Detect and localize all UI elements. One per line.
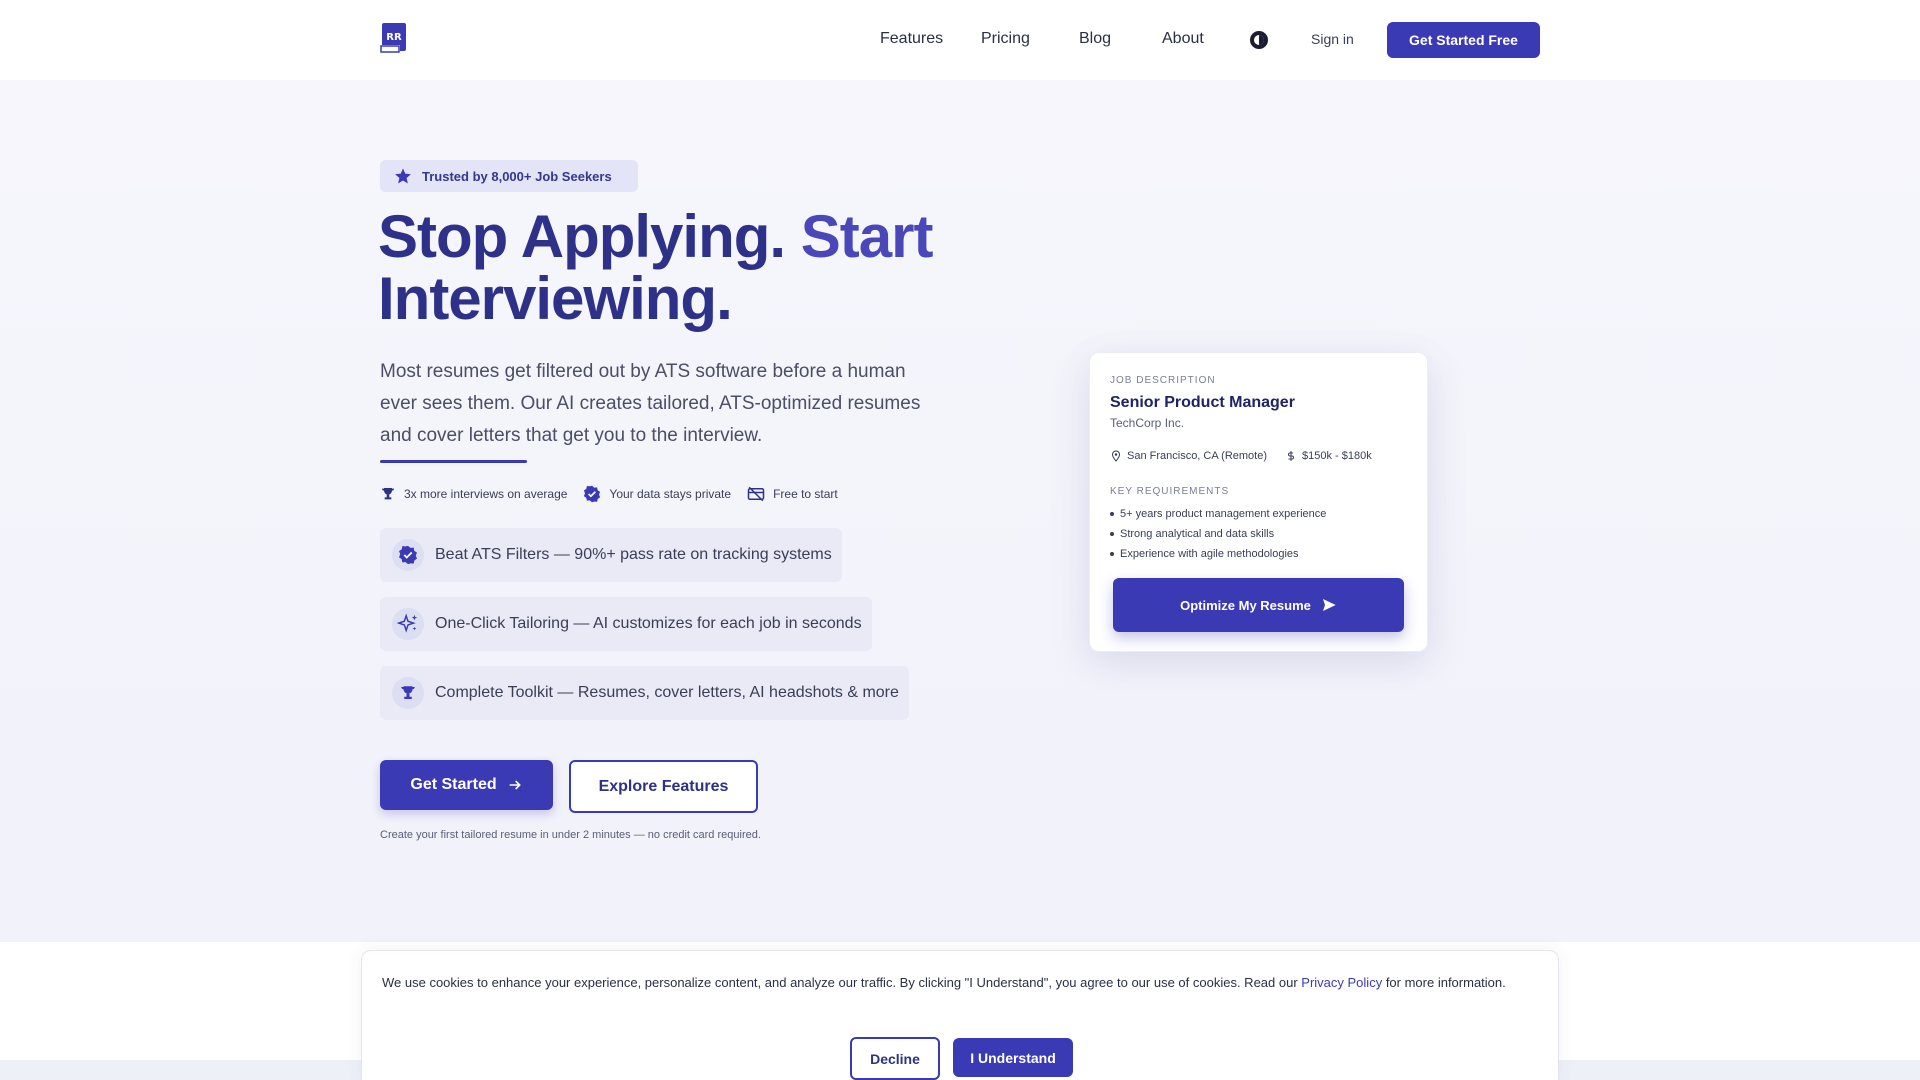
sign-in-link[interactable]: Sign in [1311, 31, 1354, 47]
feature-item-ats: Beat ATS Filters — 90%+ pass rate on tra… [380, 528, 842, 582]
accept-button[interactable]: I Understand [953, 1038, 1073, 1077]
feature-item-tailoring: One-Click Tailoring — AI customizes for … [380, 597, 872, 651]
nav-link-about[interactable]: About [1162, 30, 1204, 48]
nav-link-pricing[interactable]: Pricing [981, 30, 1030, 48]
requirements-label: KEY REQUIREMENTS [1110, 486, 1230, 497]
location: San Francisco, CA (Remote) [1110, 450, 1267, 462]
trust-badge: Trusted by 8,000+ Job Seekers [380, 160, 638, 192]
job-title: Senior Product Manager [1110, 394, 1295, 411]
location-pin-icon [1111, 450, 1121, 462]
perk-item: Free to start [747, 486, 838, 502]
nav-link-blog[interactable]: Blog [1079, 30, 1111, 48]
send-icon [1322, 599, 1336, 611]
trophy-icon [392, 677, 424, 709]
feature-label: Beat ATS Filters — 90%+ pass rate on tra… [435, 546, 832, 563]
requirements-list: 5+ years product management experience S… [1110, 504, 1326, 564]
trust-badge-label: Trusted by 8,000+ Job Seekers [422, 168, 612, 184]
decline-button[interactable]: Decline [850, 1037, 940, 1080]
list-item: Experience with agile methodologies [1110, 544, 1326, 564]
optimize-resume-button[interactable]: Optimize My Resume [1113, 578, 1404, 632]
perks-row: 3x more interviews on average Your data … [380, 484, 854, 504]
cookie-text-after: for more information. [1382, 975, 1506, 990]
cookie-text-before: We use cookies to enhance your experienc… [382, 975, 1302, 990]
privacy-policy-link[interactable]: Privacy Policy [1301, 975, 1382, 990]
get-started-button[interactable]: Get Started [380, 760, 553, 810]
theme-toggle-icon[interactable] [1248, 29, 1270, 51]
no-credit-card-icon [747, 486, 765, 502]
company-name: TechCorp Inc. [1110, 416, 1185, 430]
feature-label: Complete Toolkit — Resumes, cover letter… [435, 684, 899, 701]
salary: $150k - $180k [1285, 450, 1372, 462]
svg-text:RR: RR [386, 32, 402, 43]
job-description-card: JOB DESCRIPTION Senior Product Manager T… [1089, 352, 1428, 652]
feature-item-toolkit: Complete Toolkit — Resumes, cover letter… [380, 666, 909, 720]
hero-headline: Stop Applying. Start Interviewing. [378, 206, 978, 330]
trophy-icon [382, 488, 394, 500]
dollar-icon [1288, 451, 1294, 461]
card-label: JOB DESCRIPTION [1110, 375, 1216, 386]
get-started-free-button[interactable]: Get Started Free [1387, 22, 1540, 58]
perk-label: Free to start [773, 487, 838, 501]
cookie-message: We use cookies to enhance your experienc… [382, 971, 1532, 994]
cookie-banner: We use cookies to enhance your experienc… [361, 950, 1559, 1080]
star-icon [395, 168, 411, 184]
hero-subtext: Most resumes get filtered out by ATS sof… [380, 361, 921, 446]
arrow-right-icon [509, 780, 521, 790]
check-badge-icon [392, 539, 424, 571]
nav-link-features[interactable]: Features [880, 30, 943, 48]
accent-underline [380, 460, 527, 463]
perk-item: Your data stays private [583, 485, 731, 503]
fineprint: Create your first tailored resume in und… [380, 829, 761, 841]
salary-label: $150k - $180k [1302, 450, 1372, 462]
list-item: Strong analytical and data skills [1110, 524, 1326, 544]
headline-part-3: Interviewing. [378, 265, 733, 332]
location-label: San Francisco, CA (Remote) [1127, 450, 1267, 462]
feature-label: One-Click Tailoring — AI customizes for … [435, 615, 862, 632]
perk-label: Your data stays private [609, 487, 732, 501]
optimize-resume-label: Optimize My Resume [1180, 597, 1311, 613]
job-meta: San Francisco, CA (Remote) $150k - $180k [1110, 450, 1390, 462]
verified-badge-icon [584, 485, 601, 503]
list-item: 5+ years product management experience [1110, 504, 1326, 524]
sparkles-icon [392, 608, 424, 640]
perk-label: 3x more interviews on average [404, 487, 568, 501]
explore-features-button[interactable]: Explore Features [569, 760, 758, 813]
logo[interactable]: RR [380, 21, 408, 53]
get-started-label: Get Started [410, 776, 497, 793]
top-nav: RR Features Pricing Blog About Sign in G… [0, 0, 1920, 80]
perk-item: 3x more interviews on average [380, 486, 567, 502]
headline-part-2: Start [800, 203, 934, 270]
headline-part-1: Stop Applying. [378, 203, 786, 270]
